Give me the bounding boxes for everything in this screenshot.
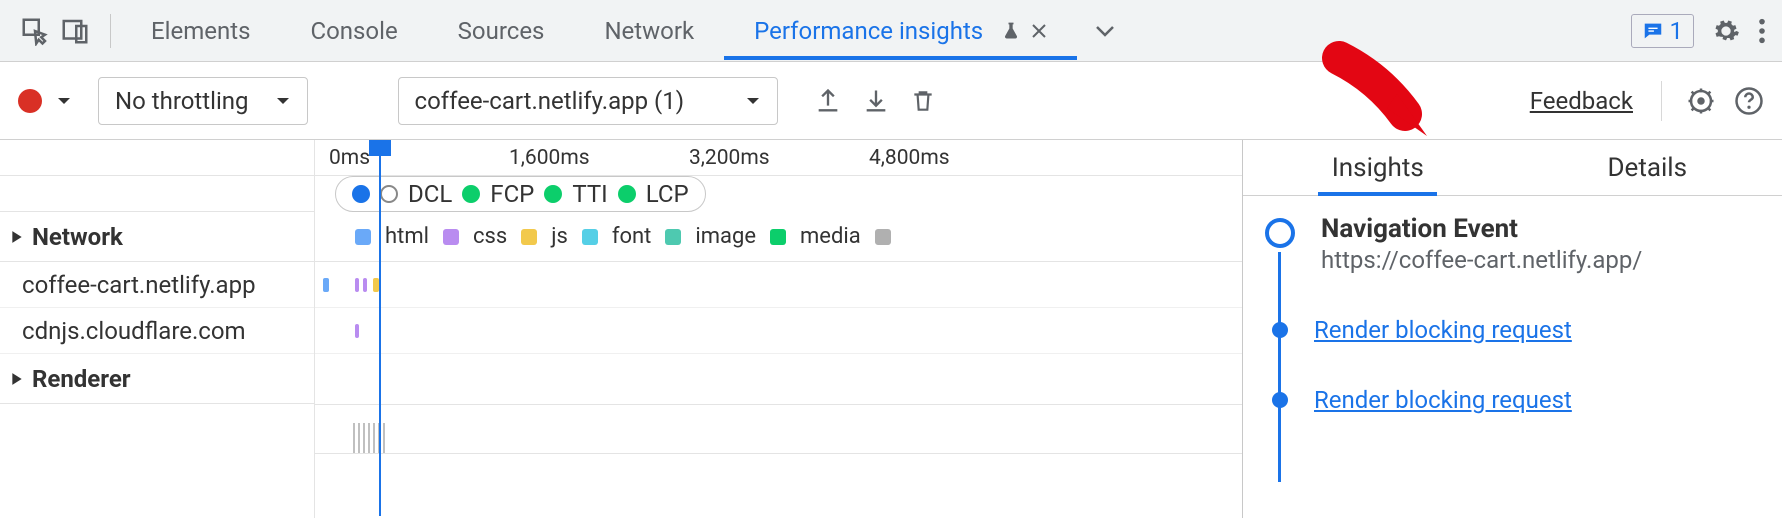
marker-dot: [462, 185, 480, 203]
insight-link[interactable]: Render blocking request: [1314, 386, 1572, 414]
renderer-section-header[interactable]: Renderer: [0, 354, 314, 404]
renderer-track[interactable]: [315, 404, 1242, 454]
recording-select[interactable]: coffee-cart.netlify.app (1): [398, 77, 778, 125]
insights-list: Navigation Event https://coffee-cart.net…: [1243, 196, 1782, 414]
tabbar-left-icons: [10, 16, 100, 46]
feedback-link[interactable]: Feedback: [1526, 85, 1637, 117]
help-icon[interactable]: [1734, 86, 1764, 116]
host-label: coffee-cart.netlify.app: [22, 271, 256, 299]
legend-label: js: [551, 224, 568, 249]
ruler-tick: 1,600ms: [509, 146, 590, 170]
divider: [1661, 81, 1662, 121]
legend-swatch-html: [355, 229, 371, 245]
host-label: cdnjs.cloudflare.com: [22, 317, 246, 345]
marker-label: FCP: [490, 180, 534, 208]
navigation-event-title: Navigation Event: [1321, 214, 1642, 244]
marker-label: LCP: [646, 180, 689, 208]
divider: [110, 14, 111, 48]
main-split: Network coffee-cart.netlify.app cdnjs.cl…: [0, 140, 1782, 518]
legend-swatch-css: [443, 229, 459, 245]
throttling-value: No throttling: [115, 87, 249, 115]
insights-tabs: Insights Details: [1243, 140, 1782, 196]
renderer-label: Renderer: [32, 365, 131, 393]
device-toggle-icon[interactable]: [60, 16, 90, 46]
tab-insights[interactable]: Insights: [1243, 140, 1513, 195]
legend-swatch-font: [582, 229, 598, 245]
messages-count: 1: [1670, 17, 1684, 45]
export-icon[interactable]: [814, 87, 842, 115]
tab-sources[interactable]: Sources: [428, 3, 575, 59]
network-host-row[interactable]: cdnjs.cloudflare.com: [0, 308, 314, 354]
settings-gear-icon[interactable]: [1712, 17, 1740, 45]
messages-badge[interactable]: 1: [1631, 14, 1695, 48]
legend-label: css: [473, 224, 507, 249]
legend-label: image: [695, 224, 756, 249]
legend-swatch-other: [875, 229, 891, 245]
marker-label: TTI: [572, 180, 607, 208]
tab-label: Performance insights: [754, 17, 983, 45]
marker-dot: [544, 185, 562, 203]
network-lane[interactable]: [315, 308, 1242, 354]
record-button[interactable]: [18, 89, 42, 113]
insight-item[interactable]: Render blocking request: [1265, 316, 1760, 344]
delete-icon[interactable]: [910, 87, 936, 115]
more-tabs-icon[interactable]: [1077, 5, 1133, 57]
chevron-down-icon: [275, 93, 291, 109]
timeline-connector: [1278, 252, 1281, 482]
io-icons: [814, 87, 936, 115]
tab-performance-insights[interactable]: Performance insights: [724, 3, 1077, 59]
insight-item[interactable]: Render blocking request: [1265, 386, 1760, 414]
marker-dot: [618, 185, 636, 203]
tab-elements[interactable]: Elements: [121, 3, 280, 59]
network-label: Network: [32, 223, 123, 251]
insights-toolbar: No throttling coffee-cart.netlify.app (1…: [0, 62, 1782, 140]
tab-console[interactable]: Console: [280, 3, 427, 59]
kebab-menu-icon[interactable]: [1758, 17, 1766, 45]
playhead-line: [379, 156, 381, 516]
playhead-handle[interactable]: [369, 140, 391, 156]
record-dropdown-icon[interactable]: [56, 93, 72, 109]
navigation-event-marker: [1265, 218, 1295, 248]
legend-label: html: [385, 224, 429, 249]
legend-label: font: [612, 224, 652, 249]
legend-swatch-media: [770, 229, 786, 245]
time-ruler[interactable]: 0ms 1,600ms 3,200ms 4,800ms: [315, 140, 1242, 176]
tab-network[interactable]: Network: [574, 3, 724, 59]
devtools-tabs: Elements Console Sources Network Perform…: [121, 3, 1631, 59]
devtools-tabbar: Elements Console Sources Network Perform…: [0, 0, 1782, 62]
chevron-down-icon: [745, 93, 761, 109]
marker-dot: [380, 185, 398, 203]
marker-dot: [352, 185, 370, 203]
tabbar-right-icons: 1: [1631, 14, 1773, 48]
legend-swatch-image: [665, 229, 681, 245]
tracks-sidebar: Network coffee-cart.netlify.app cdnjs.cl…: [0, 140, 315, 518]
legend-label: media: [800, 224, 861, 249]
inspect-element-icon[interactable]: [20, 16, 50, 46]
ruler-tick: 3,200ms: [689, 146, 770, 170]
close-tab-icon[interactable]: [1031, 23, 1047, 39]
filetype-legend: html css js font image media: [315, 212, 1242, 262]
legend-swatch-js: [521, 229, 537, 245]
import-icon[interactable]: [862, 87, 890, 115]
insights-panel: Insights Details Navigation Event https:…: [1242, 140, 1782, 518]
navigation-event-url: https://coffee-cart.netlify.app/: [1321, 246, 1642, 274]
tab-details[interactable]: Details: [1513, 140, 1782, 195]
network-lanes: [315, 262, 1242, 354]
navigation-event[interactable]: Navigation Event https://coffee-cart.net…: [1265, 214, 1760, 274]
throttling-dropdown[interactable]: No throttling: [98, 77, 308, 125]
timeline-area[interactable]: 0ms 1,600ms 3,200ms 4,800ms DCL FCP TTI …: [315, 140, 1242, 518]
ruler-tick: 4,800ms: [869, 146, 950, 170]
flask-icon: [1001, 20, 1021, 42]
network-host-row[interactable]: coffee-cart.netlify.app: [0, 262, 314, 308]
insight-link[interactable]: Render blocking request: [1314, 316, 1572, 344]
timing-settings-icon[interactable]: [1686, 86, 1716, 116]
marker-label: DCL: [408, 180, 452, 208]
network-section-header[interactable]: Network: [0, 212, 314, 262]
timing-markers-pill[interactable]: DCL FCP TTI LCP: [335, 176, 706, 212]
network-lane[interactable]: [315, 262, 1242, 308]
recording-value: coffee-cart.netlify.app (1): [415, 87, 685, 115]
ruler-tick: 0ms: [329, 146, 370, 170]
